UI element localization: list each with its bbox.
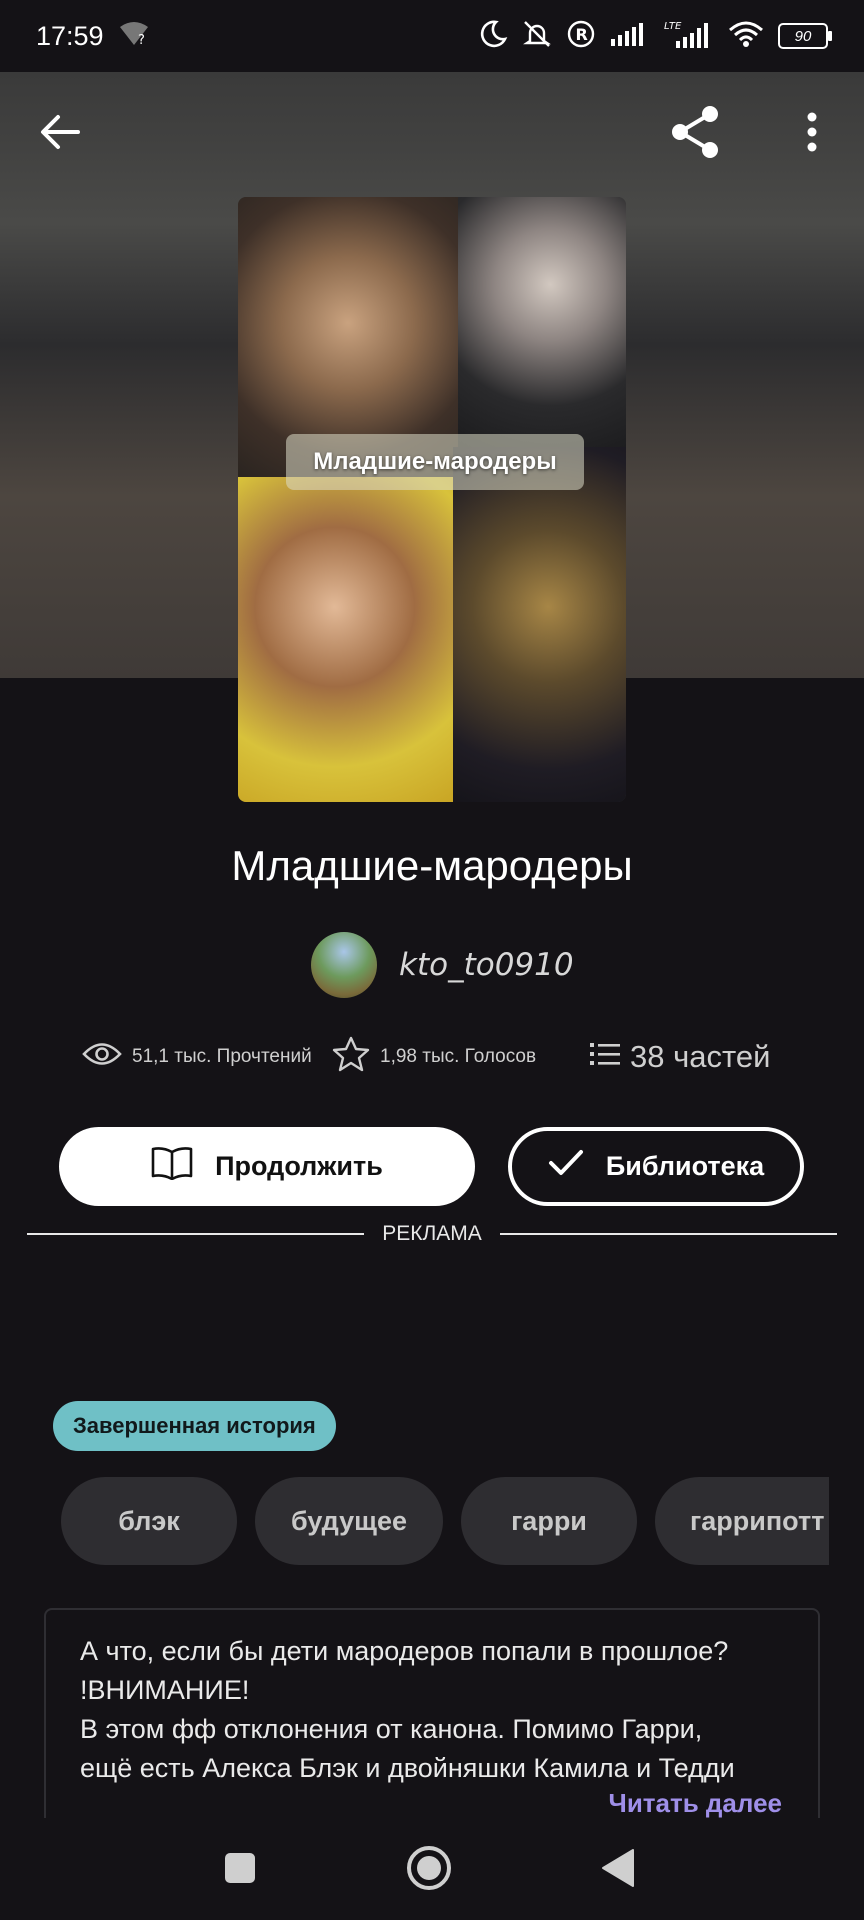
continue-reading-button[interactable]: Продолжить (59, 1127, 475, 1206)
tag-chip[interactable]: блэк (61, 1477, 237, 1565)
navigation-bar (0, 1818, 864, 1920)
eye-icon (82, 1041, 122, 1073)
cover-photo-girl-yellow (238, 477, 453, 802)
tag-list[interactable]: блэк будущее гарри гаррипотт (61, 1477, 829, 1565)
description-line: А что, если бы дети мародеров попали в п… (80, 1636, 729, 1666)
book-icon (151, 1146, 193, 1187)
reads-count: 51,1 тыс. Прочтений (132, 1046, 312, 1067)
triangle-back-icon (601, 1848, 635, 1893)
svg-text:R: R (576, 25, 588, 44)
svg-text:LTE: LTE (664, 21, 682, 32)
parts-count: 38 частей (630, 1039, 771, 1074)
home-circle-icon (405, 1844, 453, 1897)
tag-chip[interactable]: гарри (461, 1477, 637, 1565)
description-line: !ВНИМАНИЕ! (80, 1675, 250, 1705)
share-icon (668, 104, 724, 165)
status-bar: 17:59 ? R LTE 90 (0, 0, 864, 72)
registered-icon: R (566, 19, 596, 54)
avatar (311, 932, 377, 998)
story-title: Младшие-мародеры (231, 842, 633, 889)
star-icon (332, 1036, 370, 1078)
arrow-left-icon (40, 114, 80, 155)
reads-stat: 51,1 тыс. Прочтений (82, 1041, 332, 1073)
author-name: kto_to0910 (399, 947, 574, 983)
description-line: В этом фф отклонения от канона. Помимо Г… (80, 1714, 703, 1744)
back-nav-button[interactable] (588, 1840, 648, 1900)
read-more-link[interactable]: Читать далее (609, 1788, 782, 1819)
ad-line-left (27, 1233, 365, 1235)
recents-button[interactable] (210, 1840, 270, 1900)
votes-stat: 1,98 тыс. Голосов (332, 1036, 590, 1078)
signal-icon (610, 21, 650, 52)
more-options-button[interactable] (784, 106, 840, 162)
cover-photo-girl-dark (458, 197, 626, 447)
cover-title-label: Младшие-мародеры (286, 434, 584, 490)
parts-stat[interactable]: 38 частей (590, 1039, 770, 1075)
check-icon (548, 1149, 584, 1184)
cover-photo-harry (453, 447, 626, 802)
battery-level: 90 (794, 27, 812, 45)
library-button[interactable]: Библиотека (508, 1127, 804, 1206)
status-badge: Завершенная история (53, 1401, 336, 1451)
home-button[interactable] (399, 1840, 459, 1900)
back-button[interactable] (32, 106, 88, 162)
lte-signal-icon: LTE (664, 19, 714, 54)
description-line: ещё есть Алекса Блэк и двойняшки Камила … (80, 1753, 735, 1783)
ad-line-right (499, 1233, 838, 1235)
more-vert-icon (806, 112, 818, 157)
ad-label: РЕКЛАМА (382, 1222, 482, 1245)
square-icon (224, 1852, 256, 1889)
moon-icon (478, 19, 508, 54)
wifi-icon (728, 20, 764, 53)
votes-count: 1,98 тыс. Голосов (380, 1046, 537, 1067)
wifi-question-icon: ? (118, 19, 150, 54)
continue-label: Продолжить (215, 1151, 383, 1181)
list-icon (590, 1039, 620, 1075)
svg-text:?: ? (138, 33, 145, 47)
tag-chip[interactable]: гаррипотт (655, 1477, 829, 1565)
battery-icon: 90 (778, 23, 832, 49)
bell-off-icon (522, 19, 552, 54)
status-time: 17:59 (36, 20, 104, 51)
share-button[interactable] (668, 104, 724, 165)
tag-chip[interactable]: будущее (255, 1477, 443, 1565)
library-label: Библиотека (605, 1151, 765, 1181)
ad-divider: РЕКЛАМА (27, 1222, 838, 1246)
story-stats: 51,1 тыс. Прочтений 1,98 тыс. Голосов 38… (82, 1036, 802, 1078)
story-description: А что, если бы дети мародеров попали в п… (44, 1608, 820, 1828)
story-cover[interactable]: Младшие-мародеры (238, 197, 626, 802)
author-link[interactable]: kto_to0910 (311, 932, 574, 998)
